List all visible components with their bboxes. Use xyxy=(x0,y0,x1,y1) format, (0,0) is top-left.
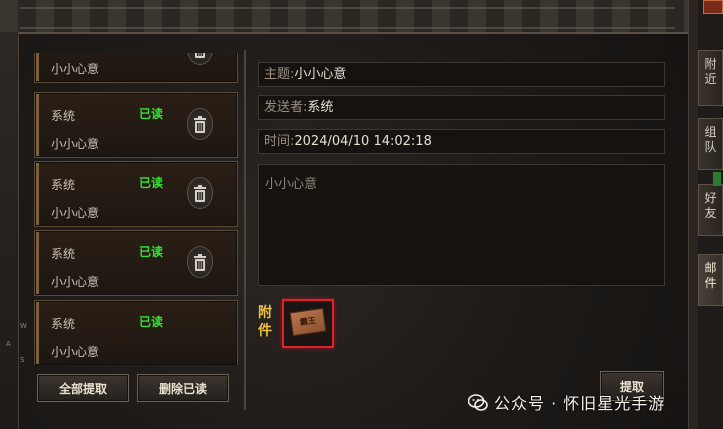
mail-subject: 小小心意 xyxy=(51,345,100,359)
attachment-slot[interactable]: 霸王 xyxy=(282,299,334,348)
side-tab-bar: 附近 组队 好友 邮件 xyxy=(698,0,723,429)
tab-nearby[interactable]: 附近 xyxy=(698,50,723,106)
subject-row: 主题:小小心意 xyxy=(258,62,665,87)
mail-read-status: 已读 xyxy=(139,107,164,121)
subject-value: 小小心意 xyxy=(294,67,347,82)
mail-window: W A D S 小小心意 系统 已读 小小心意 系统 已读 小小心意 xyxy=(0,0,723,429)
mail-subject: 小小心意 xyxy=(51,137,100,151)
tab-friend[interactable]: 好友 xyxy=(698,184,723,236)
time-value: 2024/04/10 14:02:18 xyxy=(294,134,432,149)
time-label: 时间: xyxy=(264,134,295,149)
attachment-label: 附件 xyxy=(258,305,272,339)
trash-icon[interactable] xyxy=(187,246,213,278)
window-top-frame xyxy=(0,0,695,34)
trash-icon[interactable] xyxy=(187,53,213,65)
sender-label: 发送者: xyxy=(264,100,308,115)
sender-row: 发送者:系统 xyxy=(258,95,665,120)
mail-list: 小小心意 系统 已读 小小心意 系统 已读 小小心意 系统 已读 小小心意 系统… xyxy=(34,53,240,365)
tab-team[interactable]: 组队 xyxy=(698,118,723,170)
receive-all-button[interactable]: 全部提取 xyxy=(37,374,129,402)
mail-read-status: 已读 xyxy=(139,315,164,329)
mail-list-item[interactable]: 系统 已读 小小心意 xyxy=(34,230,238,296)
mail-sender: 系统 xyxy=(51,178,76,192)
mail-list-item[interactable]: 系统 已读 小小心意 xyxy=(34,300,238,365)
mail-sender: 系统 xyxy=(51,317,76,331)
mail-list-item[interactable]: 系统 已读 小小心意 xyxy=(34,161,238,227)
subject-label: 主题: xyxy=(264,67,295,82)
key-w-hint: W xyxy=(20,322,27,330)
window-left-frame xyxy=(0,32,19,429)
frame-ornament xyxy=(20,7,675,29)
mail-sender: 系统 xyxy=(51,109,76,123)
time-row: 时间:2024/04/10 14:02:18 xyxy=(258,129,665,154)
mail-subject: 小小心意 xyxy=(51,62,100,76)
delete-read-button[interactable]: 删除已读 xyxy=(137,374,229,402)
key-a-hint: A xyxy=(6,340,11,348)
key-s-hint: S xyxy=(20,356,25,364)
close-icon[interactable] xyxy=(703,0,723,14)
mail-list-item[interactable]: 系统 已读 小小心意 xyxy=(34,92,238,158)
mail-subject: 小小心意 xyxy=(51,206,100,220)
mail-body: 小小心意 xyxy=(258,164,665,286)
wechat-icon xyxy=(467,393,488,416)
sender-value: 系统 xyxy=(307,100,334,115)
tab-mail[interactable]: 邮件 xyxy=(698,254,723,306)
mail-read-status: 已读 xyxy=(139,245,164,259)
panel-divider xyxy=(244,50,246,410)
minimap-marker-icon xyxy=(713,172,721,186)
watermark-text: 公众号 · 怀旧星光手游 xyxy=(494,394,666,413)
mail-list-item[interactable]: 小小心意 xyxy=(34,53,238,83)
trash-icon[interactable] xyxy=(187,177,213,209)
mail-subject: 小小心意 xyxy=(51,275,100,289)
attachment-item-icon: 霸王 xyxy=(289,307,327,337)
watermark: 公众号 · 怀旧星光手游 xyxy=(467,390,666,416)
trash-icon[interactable] xyxy=(187,108,213,140)
mail-read-status: 已读 xyxy=(139,176,164,190)
mail-sender: 系统 xyxy=(51,247,76,261)
